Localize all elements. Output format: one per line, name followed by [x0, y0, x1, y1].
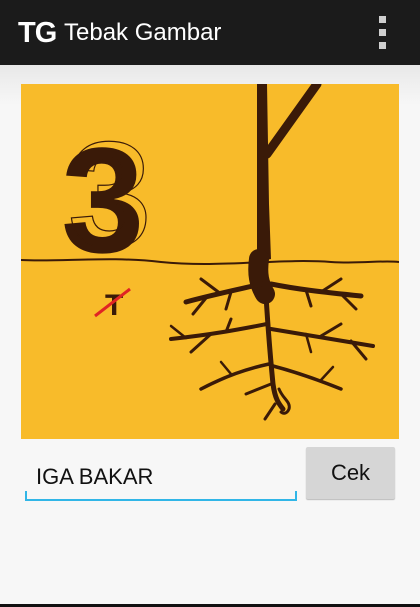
action-bar: TG Tebak Gambar [0, 0, 420, 65]
answer-underline-right [295, 491, 297, 501]
answer-input[interactable] [25, 455, 297, 501]
app-title: Tebak Gambar [64, 19, 222, 46]
app-logo: TG [18, 17, 57, 49]
answer-underline-left [25, 491, 27, 501]
puzzle-digit-outline: 3 [68, 110, 151, 278]
overflow-menu-icon[interactable] [368, 14, 398, 52]
puzzle-image: 3 3 T [21, 84, 399, 439]
tree-icon [248, 84, 322, 304]
check-button[interactable]: Cek [306, 447, 395, 499]
puzzle-illustration: 3 3 T [21, 84, 399, 421]
